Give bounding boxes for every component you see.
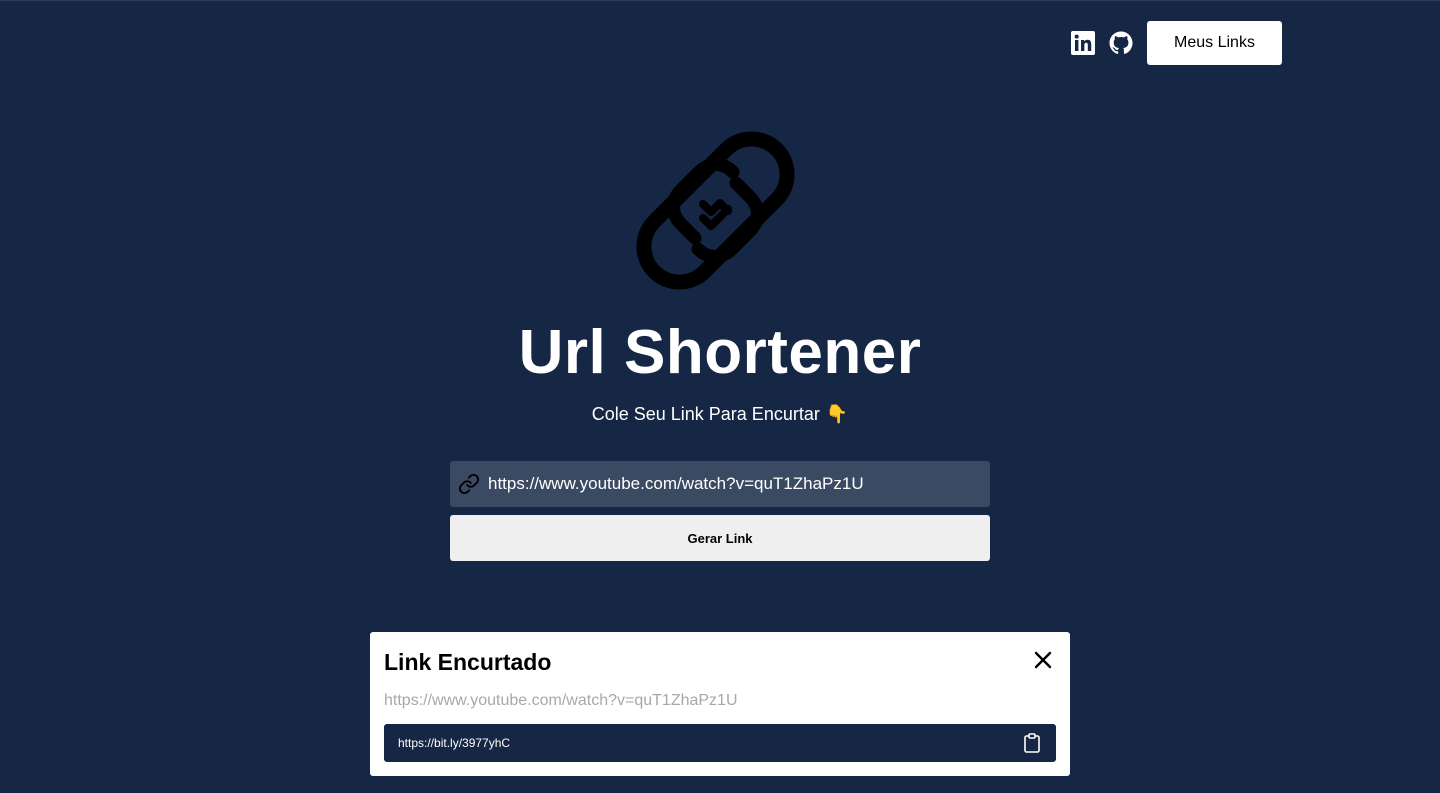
short-url-box: https://bit.ly/3977yhC <box>384 724 1056 762</box>
chain-link-logo <box>625 120 806 301</box>
linkedin-icon[interactable] <box>1071 31 1095 55</box>
url-field[interactable] <box>450 461 990 507</box>
subtitle: Cole Seu Link Para Encurtar 👇 <box>0 404 1440 425</box>
generate-link-button[interactable]: Gerar Link <box>450 515 990 561</box>
original-url: https://www.youtube.com/watch?v=quT1ZhaP… <box>384 692 738 709</box>
link-icon <box>458 473 480 495</box>
pointing-down-icon: 👇 <box>825 404 849 424</box>
top-border <box>0 0 1440 1</box>
page-title: Url Shortener <box>518 318 922 387</box>
subtitle-text: Cole Seu Link Para Encurtar <box>591 404 820 424</box>
short-url[interactable]: https://bit.ly/3977yhC <box>398 736 510 750</box>
my-links-button[interactable]: Meus Links <box>1147 21 1282 65</box>
url-input[interactable] <box>488 461 990 507</box>
close-icon[interactable] <box>1032 649 1054 671</box>
result-card: Link Encurtado https://www.youtube.com/w… <box>370 632 1070 776</box>
clipboard-icon[interactable] <box>1022 733 1042 753</box>
github-icon[interactable] <box>1109 31 1133 55</box>
result-title: Link Encurtado <box>384 649 552 675</box>
header-actions: Meus Links <box>1071 21 1282 65</box>
